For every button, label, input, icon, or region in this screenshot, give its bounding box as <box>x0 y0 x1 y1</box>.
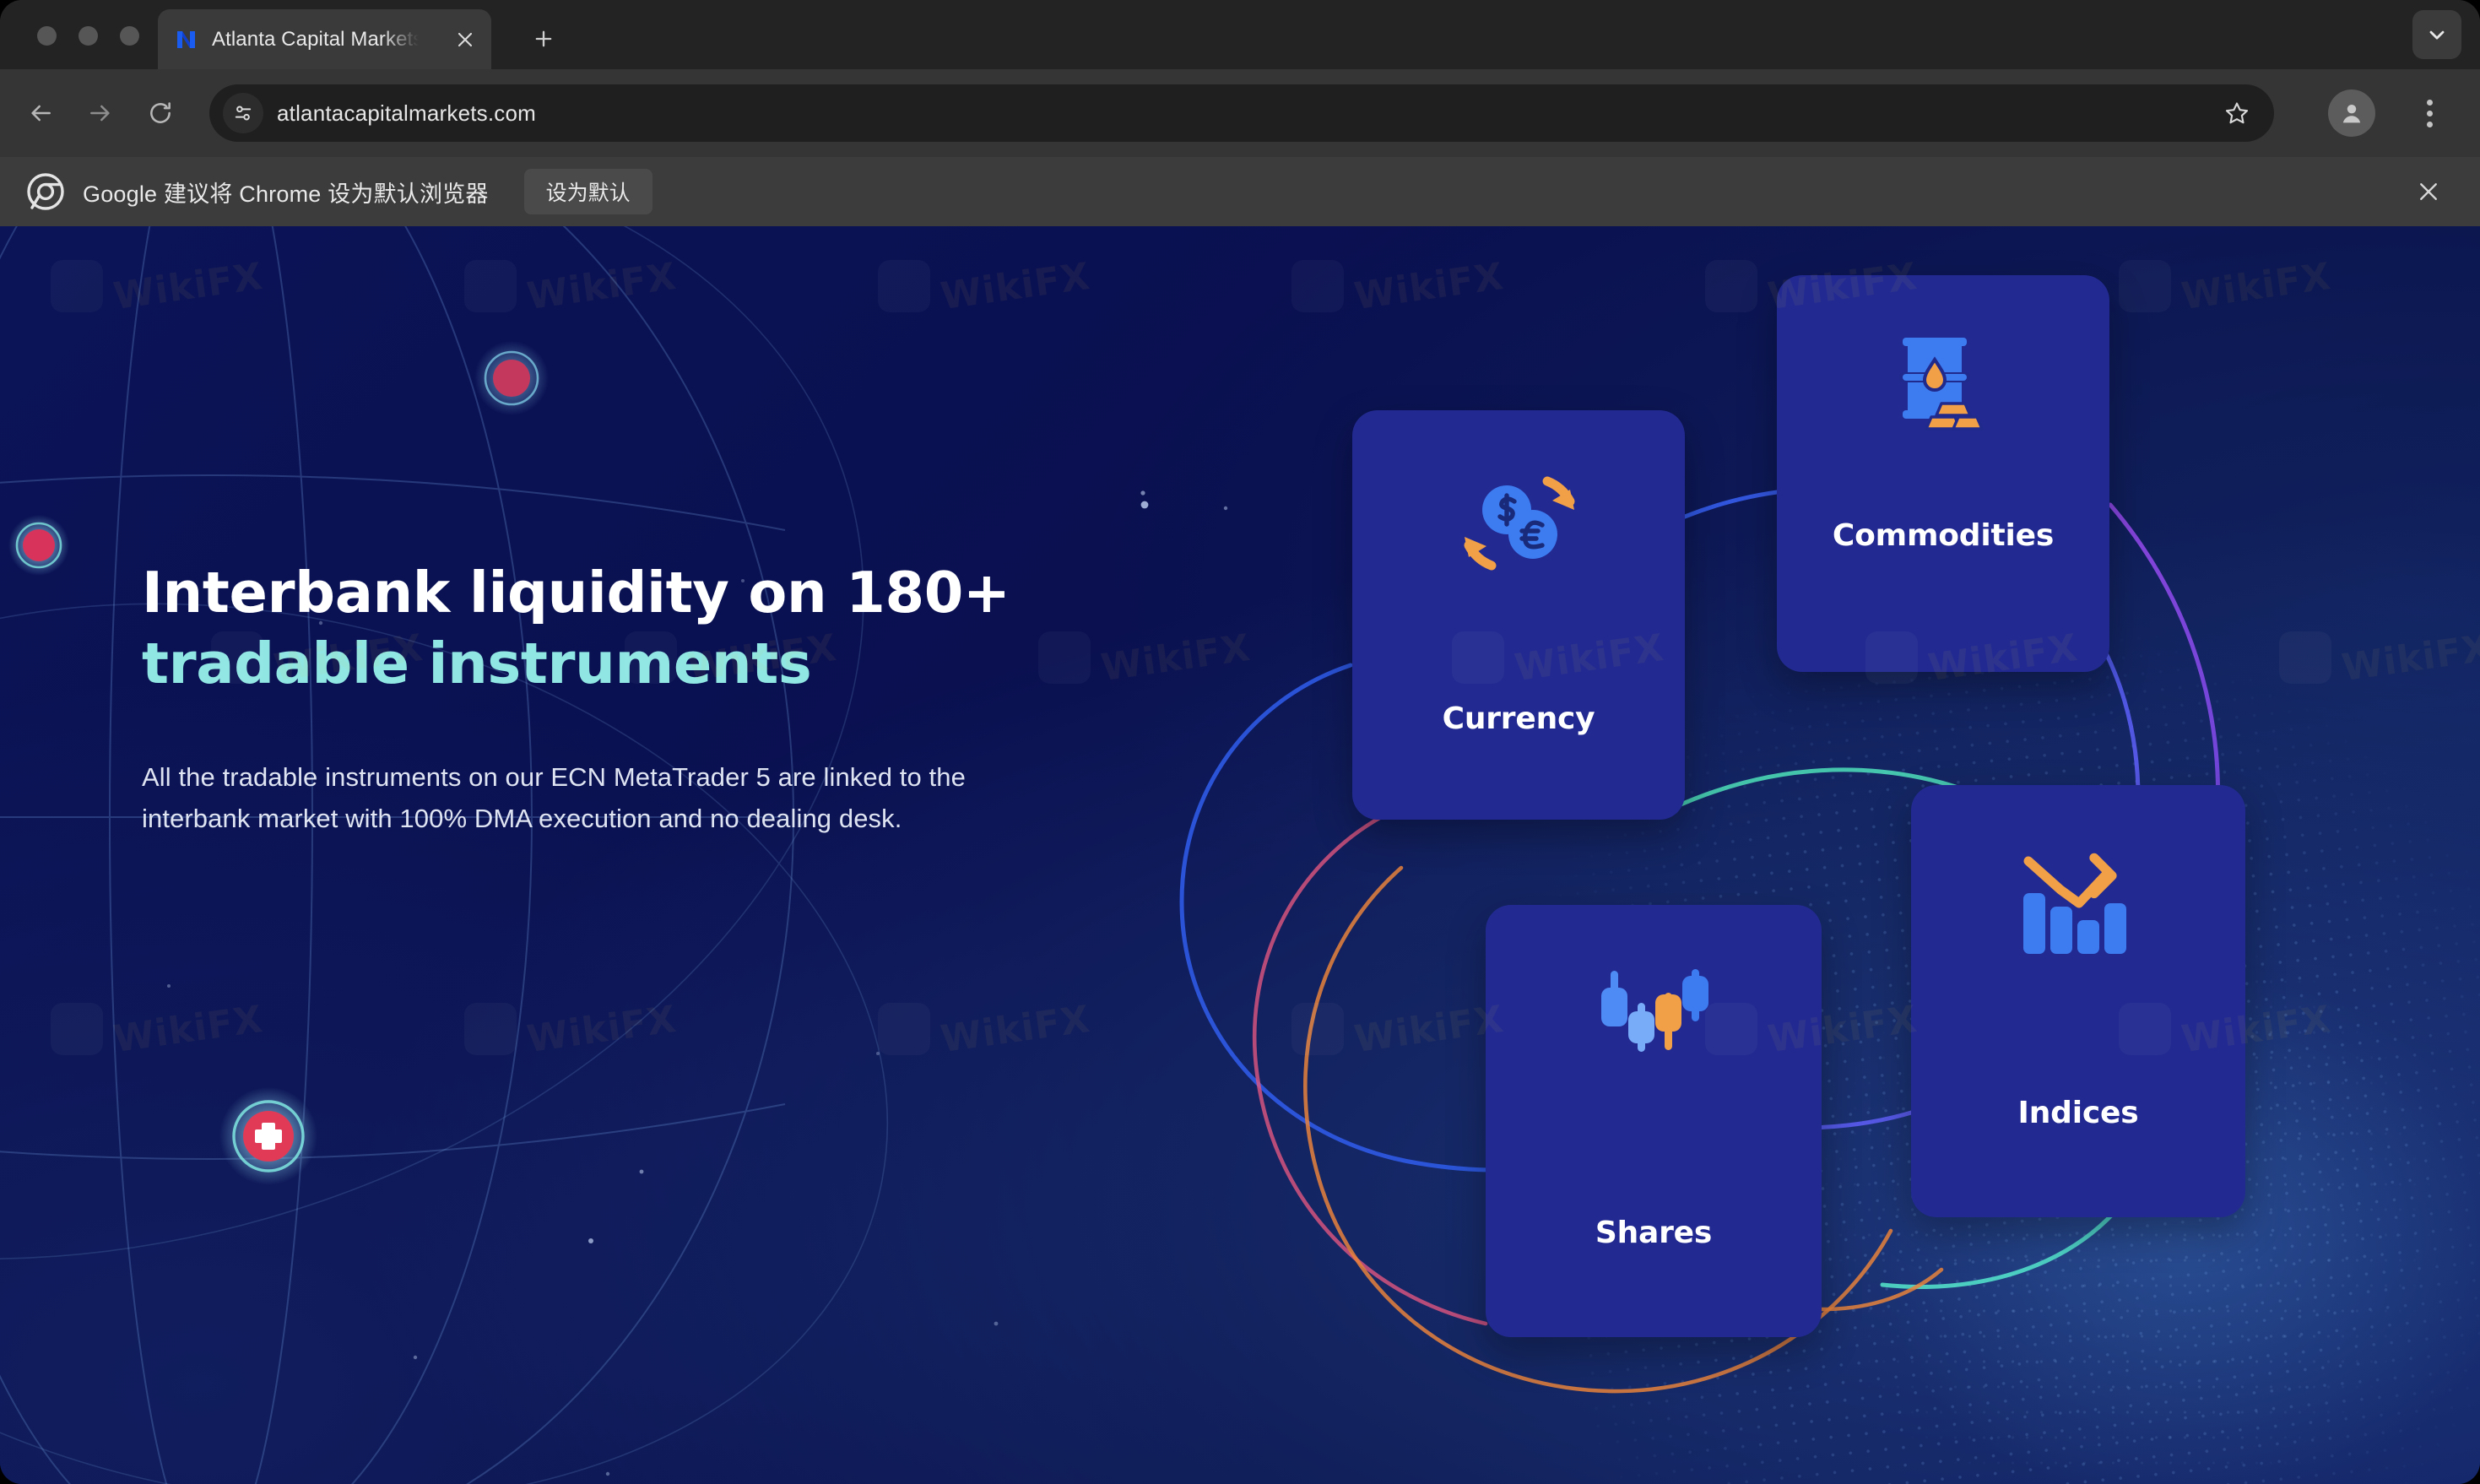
url-text: atlantacapitalmarkets.com <box>277 100 537 126</box>
star-outline-icon[interactable] <box>2218 95 2255 132</box>
instrument-card-indices[interactable]: Indices <box>1911 785 2245 1217</box>
wikifx-watermark-icon <box>1705 1003 1757 1055</box>
wikifx-watermark-icon <box>1291 260 1344 312</box>
wikifx-watermark-icon <box>2119 260 2171 312</box>
instrument-card-commodities[interactable]: Commodities <box>1777 275 2109 672</box>
menu-dot <box>2426 99 2433 106</box>
address-bar[interactable]: atlantacapitalmarkets.com <box>209 84 2274 142</box>
arrow-back-icon[interactable] <box>19 91 62 135</box>
wikifx-watermark-icon <box>1291 1003 1344 1055</box>
arrow-forward-icon[interactable] <box>79 91 122 135</box>
minimize-window-button[interactable] <box>79 26 98 46</box>
wikifx-watermark-icon <box>1705 260 1757 312</box>
heading-line-1: Interbank liquidity on 180+ <box>142 560 1010 626</box>
hero-text-block: Interbank liquidity on 180+ tradable ins… <box>142 557 1070 840</box>
wikifx-watermark-icon <box>2119 1003 2171 1055</box>
wikifx-watermark-icon <box>878 260 930 312</box>
close-icon[interactable] <box>451 25 479 54</box>
reload-icon[interactable] <box>138 91 182 135</box>
wikifx-watermark-icon <box>878 1003 930 1055</box>
heading-line-2: tradable instruments <box>142 631 812 697</box>
instrument-card-currency[interactable]: Currency <box>1352 410 1685 820</box>
close-window-button[interactable] <box>37 26 57 46</box>
instrument-card-label: Currency <box>1442 701 1595 736</box>
flag-orb-decoration <box>219 1087 317 1185</box>
chrome-logo-icon <box>27 173 64 210</box>
instrument-card-label: Commodities <box>1832 518 2055 553</box>
maximize-window-button[interactable] <box>120 26 139 46</box>
wikifx-watermark-icon <box>1865 631 1918 684</box>
chevron-down-icon[interactable] <box>2412 10 2461 59</box>
tab-strip: Atlanta Capital Markets - Atla <box>0 0 2480 69</box>
account-avatar-icon[interactable] <box>2328 89 2375 137</box>
instrument-card-label: Indices <box>2017 1096 2139 1130</box>
wikifx-watermark-icon <box>2279 631 2331 684</box>
tune-sliders-icon[interactable] <box>223 93 263 133</box>
instrument-card-label: Shares <box>1595 1216 1713 1250</box>
page-title: Interbank liquidity on 180+ tradable ins… <box>142 557 1070 700</box>
wikifx-watermark-icon <box>464 260 517 312</box>
menu-dot <box>2426 121 2433 127</box>
three-dot-menu-icon[interactable] <box>2407 91 2451 135</box>
new-tab-button[interactable] <box>523 19 564 59</box>
tab-title: Atlanta Capital Markets - Atla <box>212 27 419 51</box>
flag-orb-decoration <box>8 515 69 576</box>
infobar-message: Google 建议将 Chrome 设为默认浏览器 <box>83 181 489 207</box>
default-browser-infobar: Google 建议将 Chrome 设为默认浏览器 设为默认 <box>0 157 2480 226</box>
browser-tab[interactable]: Atlanta Capital Markets - Atla <box>158 9 491 69</box>
page-viewport: Interbank liquidity on 180+ tradable ins… <box>0 226 2480 1484</box>
wikifx-watermark-icon <box>1452 631 1504 684</box>
wikifx-watermark-icon <box>51 1003 103 1055</box>
browser-toolbar: atlantacapitalmarkets.com <box>0 69 2480 157</box>
menu-dot <box>2426 110 2433 116</box>
candlestick-chart-icon <box>1590 967 1717 1078</box>
close-icon[interactable] <box>2409 172 2448 211</box>
wikifx-watermark-icon <box>625 631 677 684</box>
hero-body-text: All the tradable instruments on our ECN … <box>142 761 966 833</box>
wikifx-watermark-icon <box>464 1003 517 1055</box>
atlanta-capital-markets-logo-icon <box>173 27 198 52</box>
set-default-button[interactable]: 设为默认 <box>523 169 652 214</box>
bar-chart-up-arrow-icon <box>2018 851 2138 963</box>
instrument-card-shares[interactable]: Shares <box>1486 905 1822 1337</box>
flag-orb-decoration <box>474 341 549 415</box>
window-traffic-lights <box>37 26 139 46</box>
oil-barrel-gold-bars-icon <box>1887 326 1999 440</box>
wikifx-watermark-icon <box>51 260 103 312</box>
browser-window: Atlanta Capital Markets - Atla <box>0 0 2480 1484</box>
wikifx-watermark-icon <box>1038 631 1091 684</box>
wikifx-watermark-icon <box>211 631 263 684</box>
currency-exchange-coins-icon <box>1454 469 1583 582</box>
